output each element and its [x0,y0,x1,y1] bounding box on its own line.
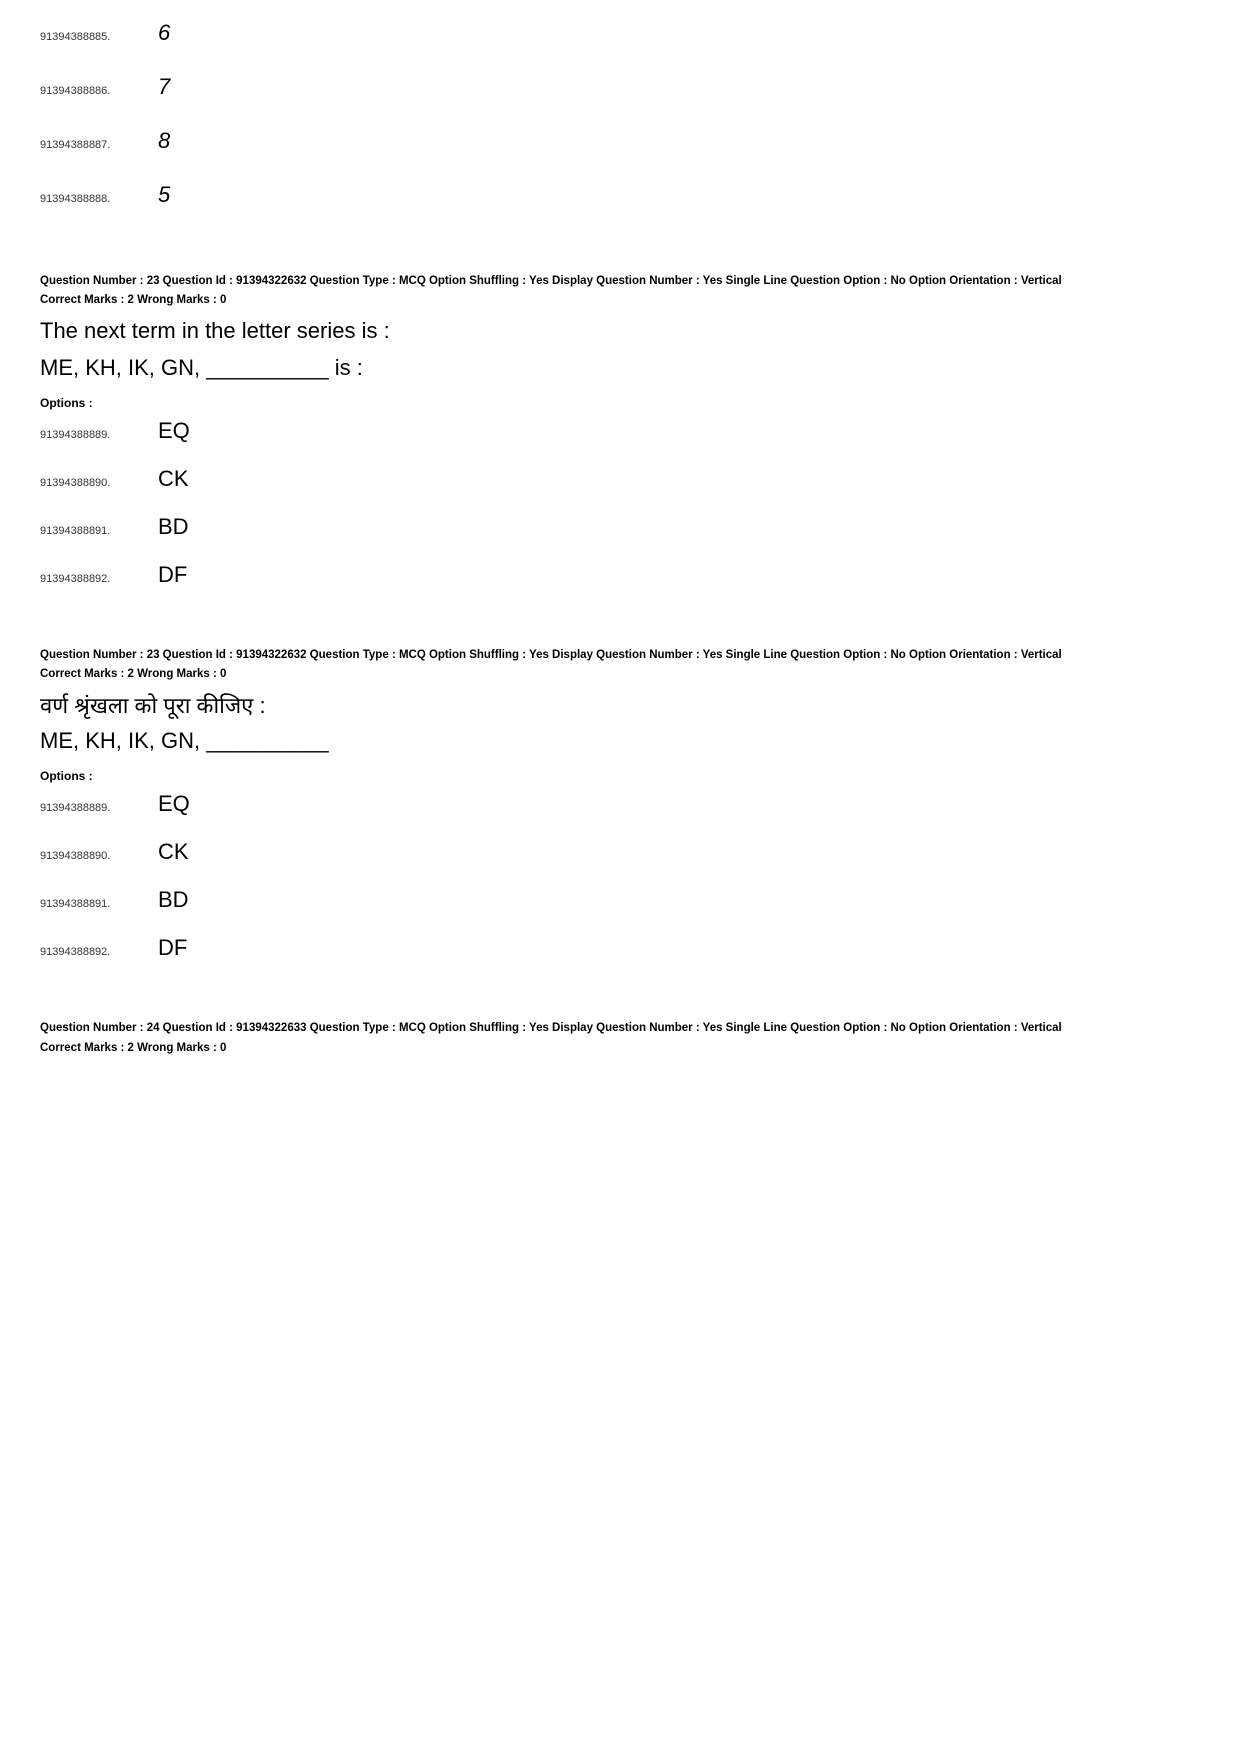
question-23b-meta: Question Number : 23 Question Id : 91394… [40,646,1200,664]
answer-id-2: 91394388886. [40,85,150,97]
question-23b-hi-text2: ME, KH, IK, GN, __________ [40,726,1200,757]
option-row-en-2: 91394388890. CK [40,466,1200,492]
question-24: Question Number : 24 Question Id : 91394… [40,1019,1200,1053]
answer-id-3: 91394388887. [40,139,150,151]
question-23-en: Question Number : 23 Question Id : 91394… [40,272,1200,588]
question-24-marks: Correct Marks : 2 Wrong Marks : 0 [40,1042,1200,1054]
option-value-hi-3: BD [158,887,189,913]
answer-value-2: 7 [158,74,170,100]
answer-id-1: 91394388885. [40,31,150,43]
option-id-en-1: 91394388889. [40,429,150,441]
question-23b-marks: Correct Marks : 2 Wrong Marks : 0 [40,668,1200,680]
option-id-hi-3: 91394388891. [40,898,150,910]
question-23-en-text2: ME, KH, IK, GN, __________ is : [40,353,1200,384]
question-24-meta: Question Number : 24 Question Id : 91394… [40,1019,1200,1037]
option-row-hi-3: 91394388891. BD [40,887,1200,913]
option-id-hi-1: 91394388889. [40,802,150,814]
option-row-hi-4: 91394388892. DF [40,935,1200,961]
answer-value-1: 6 [158,20,170,46]
answer-row-3: 91394388887. 8 [40,128,1200,154]
question-23b-options-label: Options : [40,769,1200,783]
option-value-hi-1: EQ [158,791,190,817]
option-value-en-1: EQ [158,418,190,444]
option-value-hi-2: CK [158,839,189,865]
answer-row-1: 91394388885. 6 [40,20,1200,46]
option-id-en-4: 91394388892. [40,573,150,585]
option-row-en-1: 91394388889. EQ [40,418,1200,444]
question-23-marks: Correct Marks : 2 Wrong Marks : 0 [40,294,1200,306]
option-row-en-4: 91394388892. DF [40,562,1200,588]
option-row-en-3: 91394388891. BD [40,514,1200,540]
option-row-hi-1: 91394388889. EQ [40,791,1200,817]
top-answers-section: 91394388885. 6 91394388886. 7 9139438888… [40,20,1200,208]
question-23-hi: Question Number : 23 Question Id : 91394… [40,646,1200,961]
option-id-hi-2: 91394388890. [40,850,150,862]
answer-id-4: 91394388888. [40,193,150,205]
question-23b-hi-text1: वर्ण श्रृंखला को पूरा कीजिए : [40,690,1200,720]
question-23-en-text1: The next term in the letter series is : [40,316,1200,347]
option-id-hi-4: 91394388892. [40,946,150,958]
answer-value-4: 5 [158,182,170,208]
question-23-meta: Question Number : 23 Question Id : 91394… [40,272,1200,290]
option-value-en-3: BD [158,514,189,540]
answer-row-4: 91394388888. 5 [40,182,1200,208]
answer-row-2: 91394388886. 7 [40,74,1200,100]
option-value-hi-4: DF [158,935,187,961]
option-id-en-3: 91394388891. [40,525,150,537]
option-value-en-4: DF [158,562,187,588]
answer-value-3: 8 [158,128,170,154]
question-23-options-label: Options : [40,396,1200,410]
option-row-hi-2: 91394388890. CK [40,839,1200,865]
option-value-en-2: CK [158,466,189,492]
option-id-en-2: 91394388890. [40,477,150,489]
